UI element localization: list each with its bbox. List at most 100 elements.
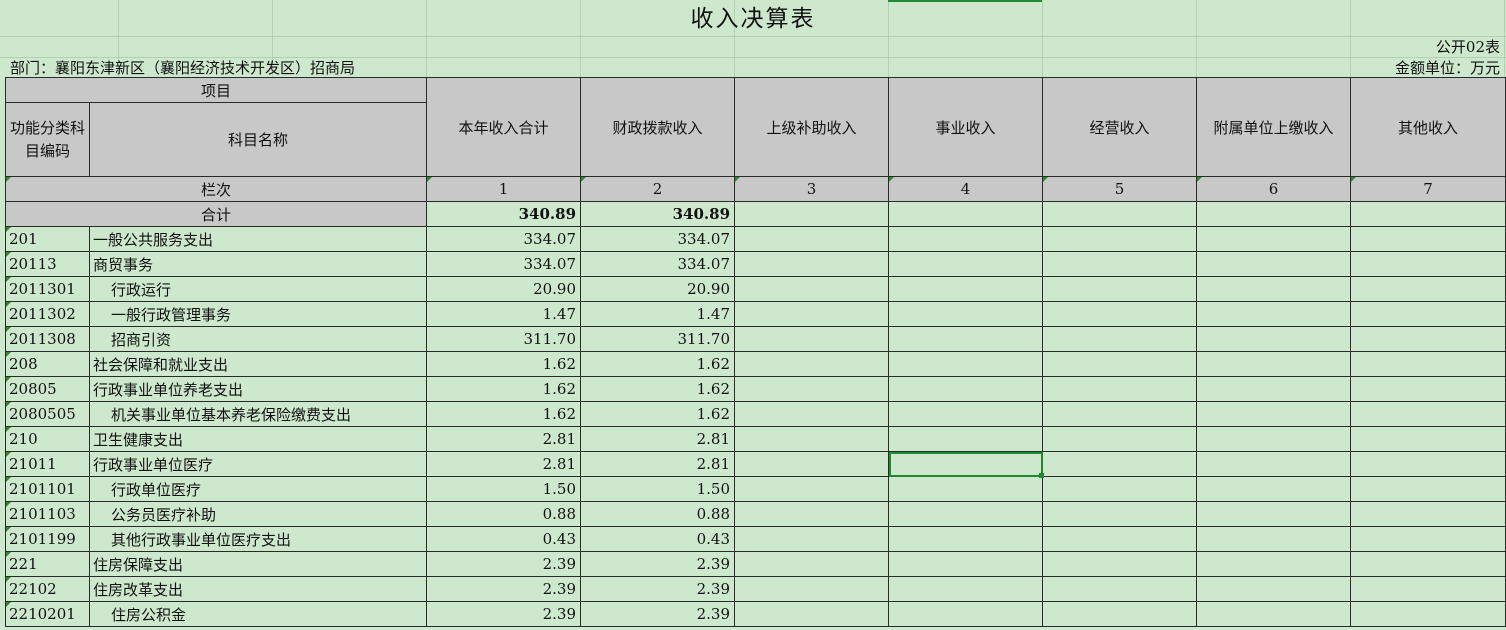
- col-number-5[interactable]: 5: [1042, 176, 1198, 202]
- cell-value-3[interactable]: [734, 601, 890, 627]
- cell-value-2[interactable]: 1.62: [580, 376, 736, 402]
- cell-value-4[interactable]: [888, 301, 1044, 327]
- cell-value-3[interactable]: [734, 351, 890, 377]
- cell-name[interactable]: 行政事业单位医疗: [88, 451, 428, 477]
- cell-name[interactable]: 行政单位医疗: [88, 476, 428, 502]
- cell-value-4[interactable]: [888, 426, 1044, 452]
- cell-value-3[interactable]: [734, 251, 890, 277]
- cell-code[interactable]: 20113: [5, 251, 90, 277]
- header-lanci[interactable]: 栏次: [4, 176, 428, 202]
- cell-value-3[interactable]: [734, 401, 890, 427]
- cell-value-1[interactable]: 20.90: [426, 276, 582, 302]
- cell-value-6[interactable]: [1196, 501, 1352, 527]
- cell-name[interactable]: 住房公积金: [88, 601, 428, 627]
- cell-value-5[interactable]: [1042, 451, 1198, 477]
- cell-value-5[interactable]: [1042, 276, 1198, 302]
- cell-value-7[interactable]: [1350, 576, 1506, 602]
- cell-value-6[interactable]: [1196, 351, 1352, 377]
- cell-code[interactable]: 2080505: [5, 401, 90, 427]
- cell-name[interactable]: 其他行政事业单位医疗支出: [88, 526, 428, 552]
- cell-code[interactable]: 22102: [5, 576, 90, 602]
- cell-value-4[interactable]: [888, 501, 1044, 527]
- cell-code[interactable]: 210: [5, 426, 90, 452]
- cell-value-3[interactable]: [734, 501, 890, 527]
- cell-code[interactable]: 21011: [5, 451, 90, 477]
- cell-value-6[interactable]: [1196, 251, 1352, 277]
- cell-value-5[interactable]: [1042, 501, 1198, 527]
- cell-value-2[interactable]: 2.81: [580, 426, 736, 452]
- cell-total-6[interactable]: [1196, 201, 1352, 227]
- cell-value-7[interactable]: [1350, 276, 1506, 302]
- cell-value-4[interactable]: [888, 551, 1044, 577]
- cell-code[interactable]: 2101199: [5, 526, 90, 552]
- cell-value-2[interactable]: 1.62: [580, 401, 736, 427]
- cell-code[interactable]: 2101101: [5, 476, 90, 502]
- cell-value-4[interactable]: [888, 451, 1044, 477]
- col-number-2[interactable]: 2: [580, 176, 736, 202]
- col-number-4[interactable]: 4: [888, 176, 1044, 202]
- col-number-6[interactable]: 6: [1196, 176, 1352, 202]
- cell-value-1[interactable]: 1.62: [426, 351, 582, 377]
- cell-value-3[interactable]: [734, 426, 890, 452]
- cell-value-6[interactable]: [1196, 451, 1352, 477]
- cell-total-2[interactable]: 340.89: [580, 201, 736, 227]
- header-code[interactable]: 功能分类科目编码: [5, 102, 90, 177]
- cell-code[interactable]: 201: [5, 226, 90, 252]
- cell-name[interactable]: 机关事业单位基本养老保险缴费支出: [88, 401, 428, 427]
- cell-value-4[interactable]: [888, 601, 1044, 627]
- cell-code[interactable]: 208: [5, 351, 90, 377]
- cell-value-5[interactable]: [1042, 376, 1198, 402]
- cell-value-6[interactable]: [1196, 401, 1352, 427]
- cell-value-4[interactable]: [888, 351, 1044, 377]
- header-col-2[interactable]: 财政拨款收入: [580, 77, 736, 177]
- cell-value-1[interactable]: 2.39: [426, 601, 582, 627]
- cell-value-5[interactable]: [1042, 351, 1198, 377]
- cell-value-4[interactable]: [888, 376, 1044, 402]
- cell-value-5[interactable]: [1042, 551, 1198, 577]
- cell-value-1[interactable]: 1.62: [426, 376, 582, 402]
- cell-value-3[interactable]: [734, 476, 890, 502]
- cell-value-5[interactable]: [1042, 226, 1198, 252]
- cell-value-5[interactable]: [1042, 576, 1198, 602]
- cell-value-2[interactable]: 334.07: [580, 226, 736, 252]
- cell-value-6[interactable]: [1196, 301, 1352, 327]
- cell-name[interactable]: 一般公共服务支出: [88, 226, 428, 252]
- cell-value-2[interactable]: 1.62: [580, 351, 736, 377]
- cell-value-7[interactable]: [1350, 401, 1506, 427]
- cell-total-3[interactable]: [734, 201, 890, 227]
- cell-value-7[interactable]: [1350, 251, 1506, 277]
- cell-value-2[interactable]: 311.70: [580, 326, 736, 352]
- cell-value-5[interactable]: [1042, 601, 1198, 627]
- cell-value-6[interactable]: [1196, 226, 1352, 252]
- cell-value-4[interactable]: [888, 251, 1044, 277]
- cell-code[interactable]: 2011301: [5, 276, 90, 302]
- cell-value-6[interactable]: [1196, 326, 1352, 352]
- cell-value-2[interactable]: 2.39: [580, 601, 736, 627]
- cell-name[interactable]: 公务员医疗补助: [88, 501, 428, 527]
- cell-value-4[interactable]: [888, 526, 1044, 552]
- cell-code[interactable]: 2101103: [5, 501, 90, 527]
- cell-value-1[interactable]: 2.39: [426, 576, 582, 602]
- cell-value-7[interactable]: [1350, 526, 1506, 552]
- cell-value-3[interactable]: [734, 576, 890, 602]
- cell-value-6[interactable]: [1196, 376, 1352, 402]
- header-col-4[interactable]: 事业收入: [888, 77, 1044, 177]
- cell-value-2[interactable]: 1.50: [580, 476, 736, 502]
- cell-value-2[interactable]: 20.90: [580, 276, 736, 302]
- cell-value-4[interactable]: [888, 476, 1044, 502]
- cell-value-5[interactable]: [1042, 301, 1198, 327]
- cell-name[interactable]: 卫生健康支出: [88, 426, 428, 452]
- cell-value-1[interactable]: 0.43: [426, 526, 582, 552]
- cell-code[interactable]: 20805: [5, 376, 90, 402]
- cell-value-6[interactable]: [1196, 426, 1352, 452]
- cell-name[interactable]: 商贸事务: [88, 251, 428, 277]
- cell-value-7[interactable]: [1350, 501, 1506, 527]
- cell-value-1[interactable]: 2.81: [426, 426, 582, 452]
- cell-value-1[interactable]: 2.81: [426, 451, 582, 477]
- cell-value-7[interactable]: [1350, 476, 1506, 502]
- cell-value-5[interactable]: [1042, 476, 1198, 502]
- fill-handle[interactable]: [1038, 472, 1044, 478]
- cell-value-2[interactable]: 1.47: [580, 301, 736, 327]
- cell-value-6[interactable]: [1196, 601, 1352, 627]
- cell-name[interactable]: 一般行政管理事务: [88, 301, 428, 327]
